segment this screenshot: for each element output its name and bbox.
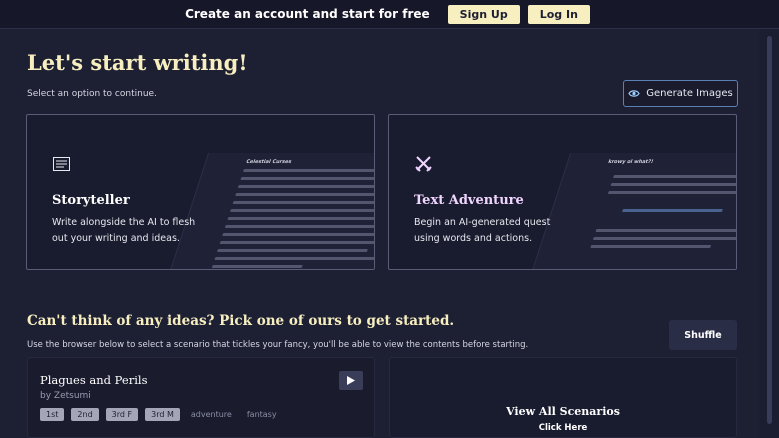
storyteller-preview: Celestial Curses [165,153,374,269]
generate-images-label: Generate Images [646,88,733,99]
banner-message: Create an account and start for free [185,7,430,21]
storyteller-description: Write alongside the AI to flesh out your… [52,217,196,244]
tag[interactable]: 2nd [71,408,99,421]
preview-title: krowy ol what?! [607,159,655,165]
view-all-title: View All Scenarios [506,405,620,418]
text-adventure-title: Text Adventure [414,193,524,208]
text-adventure-card[interactable]: krowy ol what?! Text Adventure Begin an … [388,114,737,270]
page-title: Let's start writing! [27,50,248,75]
generate-images-button[interactable]: Generate Images [623,80,738,107]
shuffle-button[interactable]: Shuffle [669,320,737,350]
scenario-card[interactable]: Plagues and Perils by Zetsumi 1st 2nd 3r… [27,357,375,438]
scenario-title: Plagues and Perils [40,373,148,387]
tag[interactable]: adventure [187,408,236,421]
play-button[interactable] [339,371,363,390]
storyteller-card[interactable]: Celestial Curses Storyteller Write along… [26,114,375,270]
text-adventure-description: Begin an AI-generated quest using words … [414,217,551,244]
play-icon [347,376,355,385]
signup-banner: Create an account and start for free Sig… [0,0,779,29]
tag[interactable]: 3rd F [105,408,139,421]
text-adventure-preview: krowy ol what?! [527,153,736,269]
tag[interactable]: 3rd M [145,408,180,421]
view-all-subtitle: Click Here [538,423,588,433]
scenario-tags: 1st 2nd 3rd F 3rd M adventure fantasy [40,408,281,421]
preview-title: Celestial Curses [245,159,293,165]
ideas-title: Can't think of any ideas? Pick one of ou… [27,313,455,329]
storyteller-title: Storyteller [52,193,130,208]
ideas-subtitle: Use the browser below to select a scenar… [27,340,529,350]
scenario-author: by Zetsumi [40,391,91,401]
eye-icon [628,90,640,97]
log-in-button[interactable]: Log In [527,4,590,24]
view-all-scenarios-card[interactable]: View All Scenarios Click Here [389,357,737,438]
scrollbar-thumb[interactable] [767,36,772,424]
document-lines-icon [53,157,70,171]
tag[interactable]: fantasy [243,408,281,421]
crossed-swords-icon [415,156,432,172]
page-subtitle: Select an option to continue. [27,89,157,99]
sign-up-button[interactable]: Sign Up [447,4,520,24]
tag[interactable]: 1st [40,408,65,421]
